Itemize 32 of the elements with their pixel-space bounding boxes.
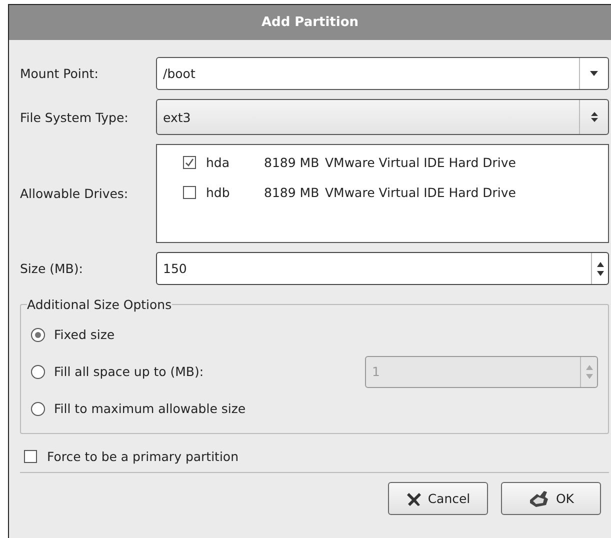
up-down-icon xyxy=(590,111,598,123)
checkbox[interactable] xyxy=(183,186,196,198)
up-down-icon xyxy=(586,362,592,380)
option-label: Fill to maximum allowable size xyxy=(54,401,246,416)
drive-size: 8189 MB xyxy=(264,154,320,170)
mount-point-combobox[interactable]: /boot xyxy=(156,57,609,90)
window-title: Add Partition xyxy=(9,5,611,40)
drive-name: hdb xyxy=(206,184,231,200)
field-label: Mount Point: xyxy=(20,66,100,81)
drive-size: 8189 MB xyxy=(264,184,320,200)
group-title: Additional Size Options xyxy=(27,297,172,312)
size-spinbox[interactable]: 150 xyxy=(156,252,609,285)
field-label: File System Type: xyxy=(20,110,130,124)
cross-icon xyxy=(406,490,422,506)
ok-button[interactable]: OK xyxy=(501,482,601,515)
drive-model: VMware Virtual IDE Hard Drive xyxy=(325,154,516,170)
cancel-button[interactable]: Cancel xyxy=(388,482,488,515)
drive-model: VMware Virtual IDE Hard Drive xyxy=(325,184,516,200)
up-down-icon xyxy=(596,260,604,278)
drive-name: hda xyxy=(206,154,231,170)
checkbox-label: Force to be a primary partition xyxy=(47,448,238,464)
radio-button[interactable] xyxy=(31,364,45,378)
option-label: Fixed size xyxy=(54,327,115,342)
file-system-select[interactable]: ext3 xyxy=(156,99,609,135)
option-label: Fill all space up to (MB): xyxy=(54,364,204,379)
radio-button[interactable] xyxy=(31,328,45,342)
radio-button[interactable] xyxy=(31,402,45,416)
field-label: Allowable Drives: xyxy=(20,186,130,201)
dropdown-icon xyxy=(590,71,598,76)
checkbox[interactable] xyxy=(183,156,196,168)
field-label: Size (MB): xyxy=(20,261,84,276)
checkbox[interactable] xyxy=(24,450,37,462)
